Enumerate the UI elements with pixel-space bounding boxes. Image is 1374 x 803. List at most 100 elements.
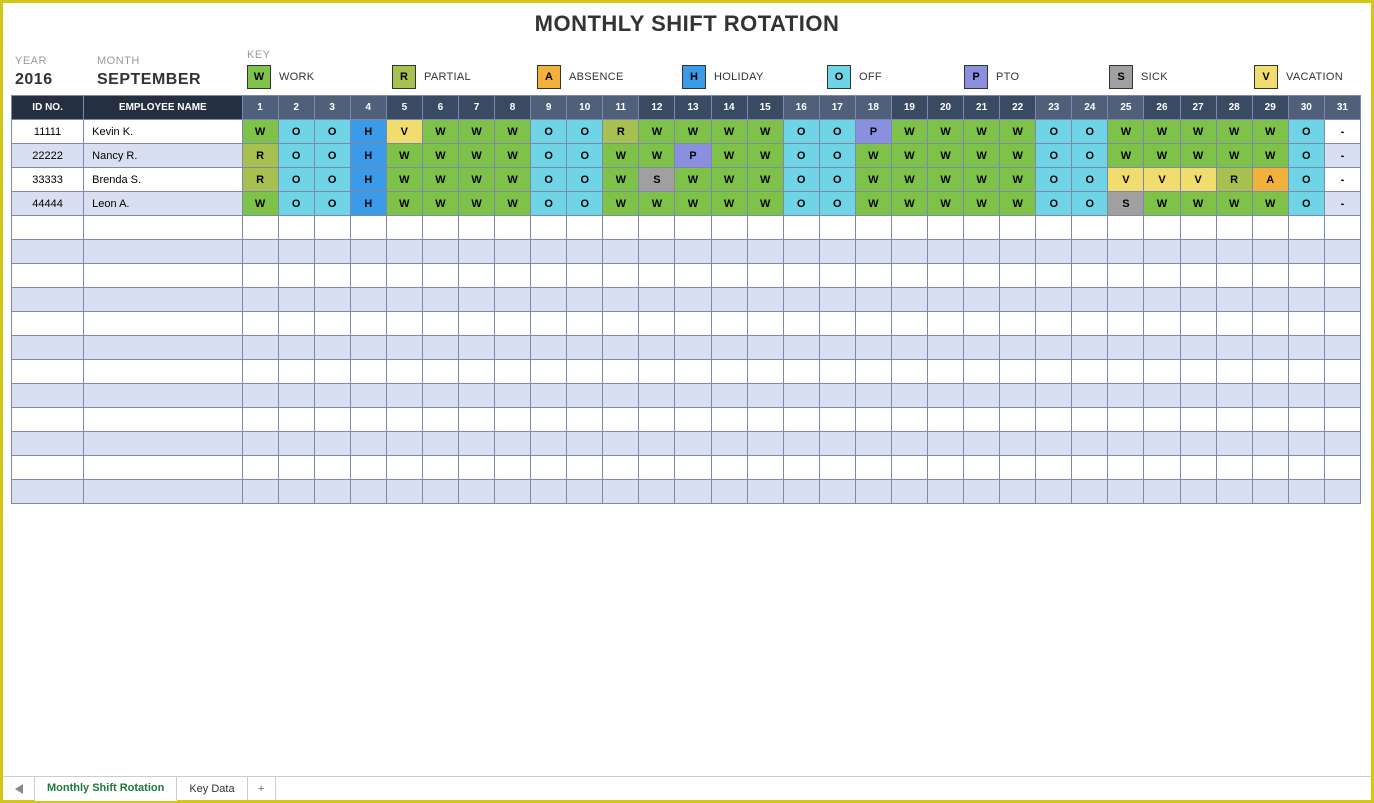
table-row[interactable]	[12, 264, 1361, 288]
cell-day[interactable]	[819, 336, 855, 360]
cell-day[interactable]: W	[891, 192, 927, 216]
cell-day[interactable]	[458, 456, 494, 480]
cell-day[interactable]	[386, 264, 422, 288]
cell-day[interactable]	[891, 312, 927, 336]
cell-day[interactable]	[531, 240, 567, 264]
cell-day[interactable]	[531, 360, 567, 384]
cell-day[interactable]: W	[855, 192, 891, 216]
cell-day[interactable]: W	[711, 192, 747, 216]
cell-day[interactable]	[747, 240, 783, 264]
col-day-26[interactable]: 26	[1144, 96, 1180, 120]
cell-day[interactable]	[891, 408, 927, 432]
cell-day[interactable]	[1324, 312, 1360, 336]
table-row[interactable]	[12, 384, 1361, 408]
cell-day[interactable]	[242, 240, 278, 264]
cell-day[interactable]	[1144, 240, 1180, 264]
col-day-2[interactable]: 2	[278, 96, 314, 120]
cell-day[interactable]	[855, 360, 891, 384]
cell-empname[interactable]: Kevin K.	[84, 120, 242, 144]
cell-idno[interactable]	[12, 360, 84, 384]
cell-day[interactable]	[422, 264, 458, 288]
cell-day[interactable]: W	[1252, 144, 1288, 168]
cell-day[interactable]	[567, 408, 603, 432]
cell-day[interactable]: R	[242, 144, 278, 168]
cell-day[interactable]	[1036, 312, 1072, 336]
cell-day[interactable]: W	[639, 120, 675, 144]
cell-day[interactable]	[747, 456, 783, 480]
cell-day[interactable]	[1072, 216, 1108, 240]
cell-day[interactable]	[1036, 288, 1072, 312]
cell-day[interactable]	[422, 432, 458, 456]
col-day-7[interactable]: 7	[458, 96, 494, 120]
table-row[interactable]	[12, 360, 1361, 384]
cell-day[interactable]	[783, 264, 819, 288]
cell-day[interactable]	[855, 480, 891, 504]
table-row[interactable]	[12, 480, 1361, 504]
cell-day[interactable]: W	[1180, 120, 1216, 144]
cell-day[interactable]	[495, 264, 531, 288]
cell-day[interactable]: O	[1036, 168, 1072, 192]
cell-day[interactable]	[711, 312, 747, 336]
cell-day[interactable]	[314, 360, 350, 384]
cell-day[interactable]	[458, 264, 494, 288]
cell-day[interactable]	[711, 240, 747, 264]
col-day-18[interactable]: 18	[855, 96, 891, 120]
cell-day[interactable]	[891, 384, 927, 408]
cell-day[interactable]	[1252, 312, 1288, 336]
cell-day[interactable]: W	[855, 168, 891, 192]
cell-day[interactable]	[1216, 432, 1252, 456]
cell-day[interactable]	[747, 408, 783, 432]
cell-idno[interactable]	[12, 312, 84, 336]
cell-day[interactable]	[891, 480, 927, 504]
cell-day[interactable]	[711, 456, 747, 480]
cell-day[interactable]	[350, 216, 386, 240]
table-row[interactable]	[12, 432, 1361, 456]
cell-day[interactable]	[495, 432, 531, 456]
cell-day[interactable]	[639, 264, 675, 288]
cell-day[interactable]	[531, 312, 567, 336]
cell-day[interactable]: O	[531, 120, 567, 144]
cell-day[interactable]	[1324, 240, 1360, 264]
cell-day[interactable]	[1180, 360, 1216, 384]
cell-empname[interactable]	[84, 240, 242, 264]
cell-day[interactable]	[1108, 336, 1144, 360]
cell-day[interactable]	[1144, 216, 1180, 240]
cell-day[interactable]	[1036, 264, 1072, 288]
cell-idno[interactable]	[12, 336, 84, 360]
cell-day[interactable]	[242, 264, 278, 288]
cell-day[interactable]: O	[1072, 192, 1108, 216]
cell-day[interactable]	[1288, 264, 1324, 288]
cell-day[interactable]: W	[747, 120, 783, 144]
cell-day[interactable]	[1252, 240, 1288, 264]
cell-day[interactable]: W	[711, 168, 747, 192]
cell-day[interactable]: O	[314, 168, 350, 192]
cell-day[interactable]	[1216, 360, 1252, 384]
cell-day[interactable]	[1000, 384, 1036, 408]
cell-day[interactable]	[964, 312, 1000, 336]
cell-day[interactable]: W	[639, 192, 675, 216]
cell-day[interactable]	[1324, 456, 1360, 480]
cell-day[interactable]	[675, 288, 711, 312]
cell-idno[interactable]	[12, 288, 84, 312]
cell-day[interactable]: O	[531, 168, 567, 192]
cell-day[interactable]	[350, 264, 386, 288]
table-row[interactable]	[12, 456, 1361, 480]
cell-day[interactable]	[639, 432, 675, 456]
cell-idno[interactable]	[12, 384, 84, 408]
cell-day[interactable]	[242, 432, 278, 456]
cell-day[interactable]	[783, 312, 819, 336]
cell-day[interactable]	[458, 240, 494, 264]
cell-day[interactable]	[603, 408, 639, 432]
cell-day[interactable]	[1072, 288, 1108, 312]
cell-day[interactable]: O	[783, 120, 819, 144]
cell-day[interactable]: O	[1036, 192, 1072, 216]
cell-day[interactable]	[1324, 480, 1360, 504]
cell-day[interactable]	[675, 408, 711, 432]
cell-day[interactable]	[278, 432, 314, 456]
cell-day[interactable]	[278, 360, 314, 384]
cell-day[interactable]	[855, 240, 891, 264]
cell-day[interactable]	[927, 480, 963, 504]
cell-day[interactable]	[350, 456, 386, 480]
cell-day[interactable]	[1180, 432, 1216, 456]
cell-day[interactable]	[819, 216, 855, 240]
